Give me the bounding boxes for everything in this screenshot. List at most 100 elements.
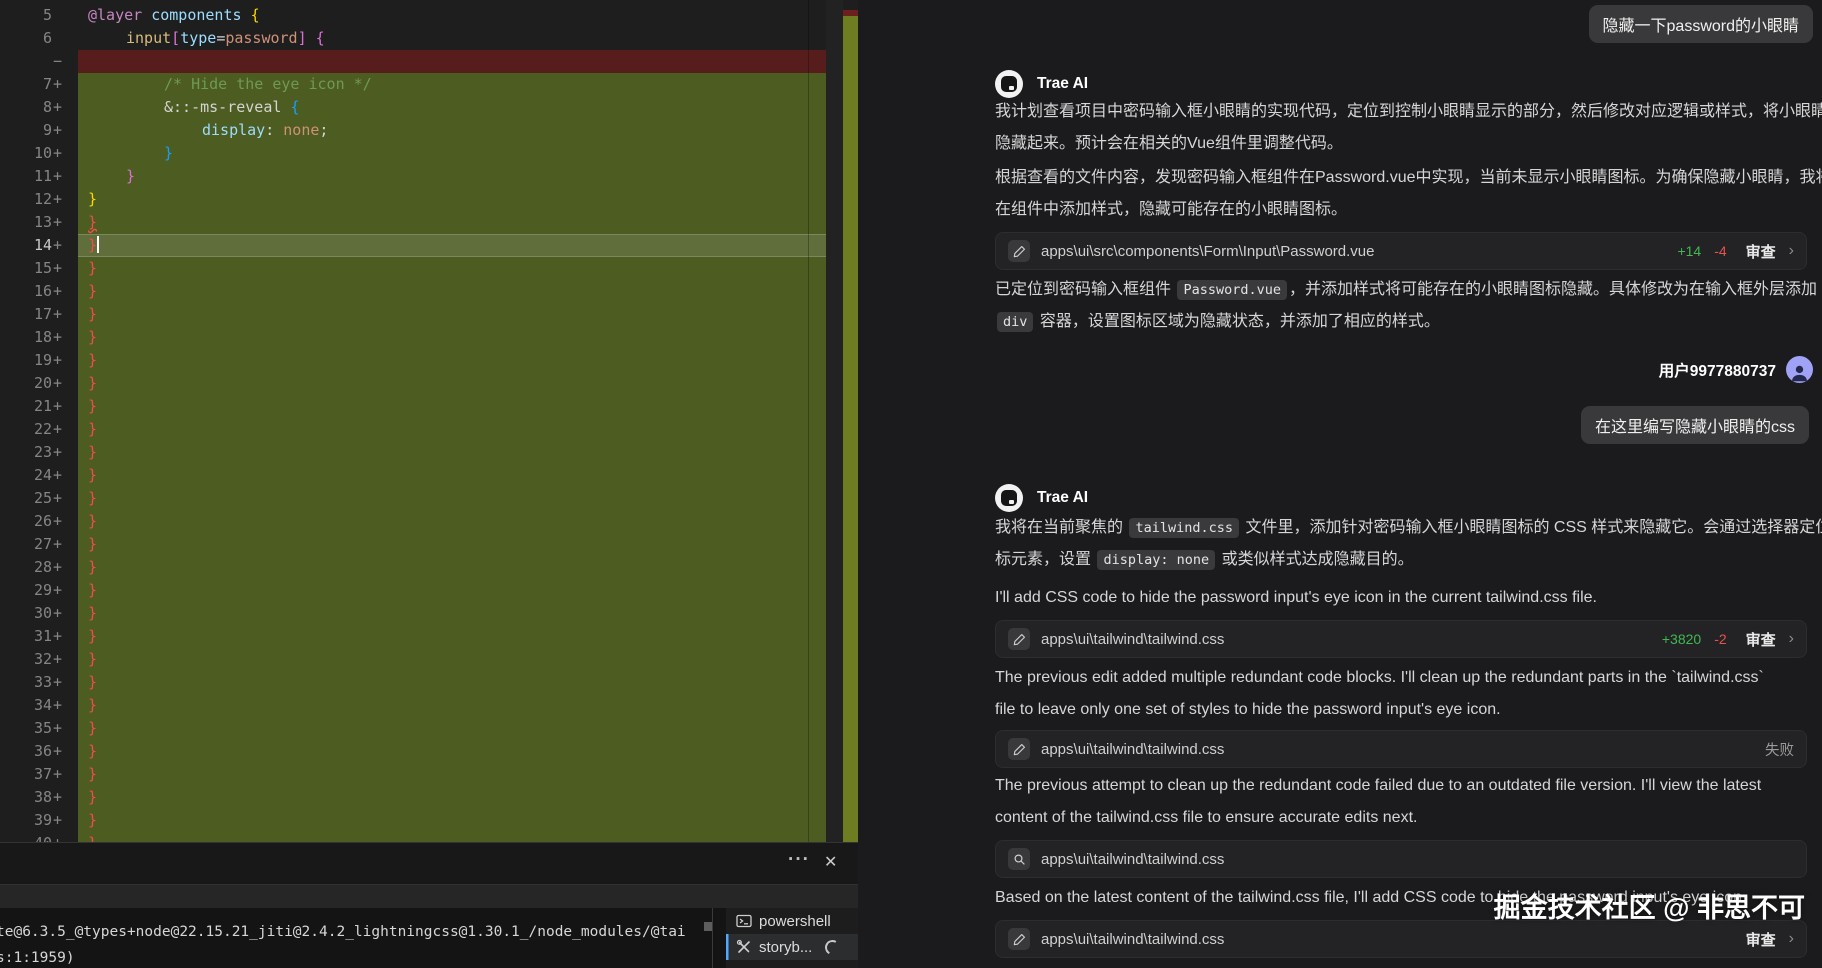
file-change-card[interactable]: apps\ui\tailwind\tailwind.css审查› — [995, 920, 1807, 958]
editor-row[interactable]: 19+} — [0, 349, 826, 372]
editor-row[interactable]: 28+} — [0, 556, 826, 579]
assistant-paragraph: 根据查看的文件内容，发现密码输入框组件在Password.vue中实现，当前未显… — [995, 162, 1807, 226]
code-token: } — [88, 443, 97, 461]
editor-row[interactable]: 7+/* Hide the eye icon */ — [0, 73, 826, 96]
code-token: } — [88, 213, 97, 231]
line-number: 29 — [0, 579, 52, 602]
text-run: 或类似样式达成隐藏目的。 — [1217, 551, 1413, 568]
code-token: } — [88, 512, 97, 530]
editor-row[interactable]: 21+} — [0, 395, 826, 418]
terminal-tab-list: powershellstoryb... — [726, 908, 858, 968]
diff-sign: + — [52, 717, 78, 740]
paragraph-line: 根据查看的文件内容，发现密码输入框组件在Password.vue中实现，当前未显… — [995, 162, 1807, 194]
file-path: apps\ui\tailwind\tailwind.css — [1041, 851, 1794, 868]
code-token — [142, 6, 151, 24]
code-editor[interactable]: 5@layer components {6input[type=password… — [0, 0, 826, 842]
editor-row[interactable]: 8+&::-ms-reveal { — [0, 96, 826, 119]
code-token: } — [88, 673, 97, 691]
editor-row[interactable]: 12+} — [0, 188, 826, 211]
editor-row[interactable]: 30+} — [0, 602, 826, 625]
line-content: } — [78, 188, 826, 211]
paragraph-line: I'll add CSS code to hide the password i… — [995, 582, 1807, 614]
editor-row[interactable]: 33+} — [0, 671, 826, 694]
terminal-tab-powershell[interactable]: powershell — [726, 908, 858, 934]
editor-row[interactable]: 32+} — [0, 648, 826, 671]
editor-row[interactable]: 6input[type=password] { — [0, 27, 826, 50]
line-content: } — [78, 395, 826, 418]
terminal-tab-storyb[interactable]: storyb... — [726, 934, 858, 960]
line-number: 36 — [0, 740, 52, 763]
editor-row[interactable]: 5@layer components { — [0, 4, 826, 27]
editor-row[interactable]: 34+} — [0, 694, 826, 717]
editor-row[interactable]: 37+} — [0, 763, 826, 786]
editor-scrollbar[interactable] — [826, 0, 843, 842]
editor-row[interactable]: 16+} — [0, 280, 826, 303]
editor-row[interactable]: 39+} — [0, 809, 826, 832]
editor-row[interactable]: − — [0, 50, 826, 73]
review-button[interactable]: 审查 — [1746, 629, 1776, 650]
editor-row[interactable]: 23+} — [0, 441, 826, 464]
paragraph-line: file to leave only one set of styles to … — [995, 694, 1807, 726]
editor-row[interactable]: 18+} — [0, 326, 826, 349]
editor-row[interactable]: 31+} — [0, 625, 826, 648]
editor-row[interactable]: 20+} — [0, 372, 826, 395]
inline-code: display: none — [1097, 550, 1215, 570]
editor-row[interactable]: 24+} — [0, 464, 826, 487]
review-button[interactable]: 审查 — [1746, 929, 1776, 950]
paragraph-line: 标元素，设置 display: none 或类似样式达成隐藏目的。 — [995, 544, 1807, 576]
code-token: } — [164, 144, 173, 162]
code-token: } — [88, 811, 97, 829]
editor-row[interactable]: 40+} — [0, 832, 826, 842]
code-token: type — [180, 29, 216, 47]
editor-minimap[interactable] — [843, 0, 859, 842]
file-change-card[interactable]: apps\ui\tailwind\tailwind.css — [995, 840, 1807, 878]
paragraph-line: The previous attempt to clean up the red… — [995, 770, 1807, 802]
file-change-card[interactable]: apps\ui\tailwind\tailwind.css+3820-2审查› — [995, 620, 1807, 658]
line-content: } — [78, 579, 826, 602]
editor-row[interactable]: 35+} — [0, 717, 826, 740]
code-token: components — [151, 6, 241, 24]
line-content: } — [78, 234, 826, 257]
code-token: } — [88, 420, 97, 438]
more-actions-icon[interactable]: ··· — [788, 849, 810, 871]
editor-row[interactable]: 36+} — [0, 740, 826, 763]
line-content: } — [78, 441, 826, 464]
editor-row[interactable]: 38+} — [0, 786, 826, 809]
editor-row[interactable]: 22+} — [0, 418, 826, 441]
line-number: 7 — [0, 73, 52, 96]
editor-row[interactable]: 9+display: none; — [0, 119, 826, 142]
diff-sign: + — [52, 740, 78, 763]
editor-row[interactable]: 25+} — [0, 487, 826, 510]
trae-logo-icon — [1001, 490, 1017, 506]
user-name: 用户9977880737 — [1659, 359, 1776, 381]
code-token: } — [88, 305, 97, 323]
close-panel-icon[interactable]: ✕ — [824, 852, 837, 872]
file-change-card[interactable]: apps\ui\tailwind\tailwind.css失败 — [995, 730, 1807, 768]
code-token: } — [88, 765, 97, 783]
text-run: The previous attempt to clean up the red… — [995, 777, 1761, 794]
editor-row[interactable]: 10+} — [0, 142, 826, 165]
review-button[interactable]: 审查 — [1746, 241, 1776, 262]
text-run: file to leave only one set of styles to … — [995, 701, 1501, 718]
line-number: 34 — [0, 694, 52, 717]
line-number: 33 — [0, 671, 52, 694]
editor-row[interactable]: 13+} — [0, 211, 826, 234]
editor-row[interactable]: 29+} — [0, 579, 826, 602]
line-number: 16 — [0, 280, 52, 303]
file-change-card[interactable]: apps\ui\src\components\Form\Input\Passwo… — [995, 232, 1807, 270]
editor-row[interactable]: 15+} — [0, 257, 826, 280]
editor-row[interactable]: 14+} — [0, 234, 826, 257]
line-number: 10 — [0, 142, 52, 165]
line-number: 31 — [0, 625, 52, 648]
code-token: } — [88, 719, 97, 737]
code-token: } — [88, 627, 97, 645]
editor-row[interactable]: 17+} — [0, 303, 826, 326]
code-token: @layer — [88, 6, 142, 24]
text-run: 已定位到密码输入框组件 — [995, 281, 1175, 298]
line-content: } — [78, 602, 826, 625]
editor-row[interactable]: 26+} — [0, 510, 826, 533]
editor-row[interactable]: 27+} — [0, 533, 826, 556]
file-path: apps\ui\tailwind\tailwind.css — [1041, 931, 1735, 948]
line-content: } — [78, 349, 826, 372]
editor-row[interactable]: 11+} — [0, 165, 826, 188]
